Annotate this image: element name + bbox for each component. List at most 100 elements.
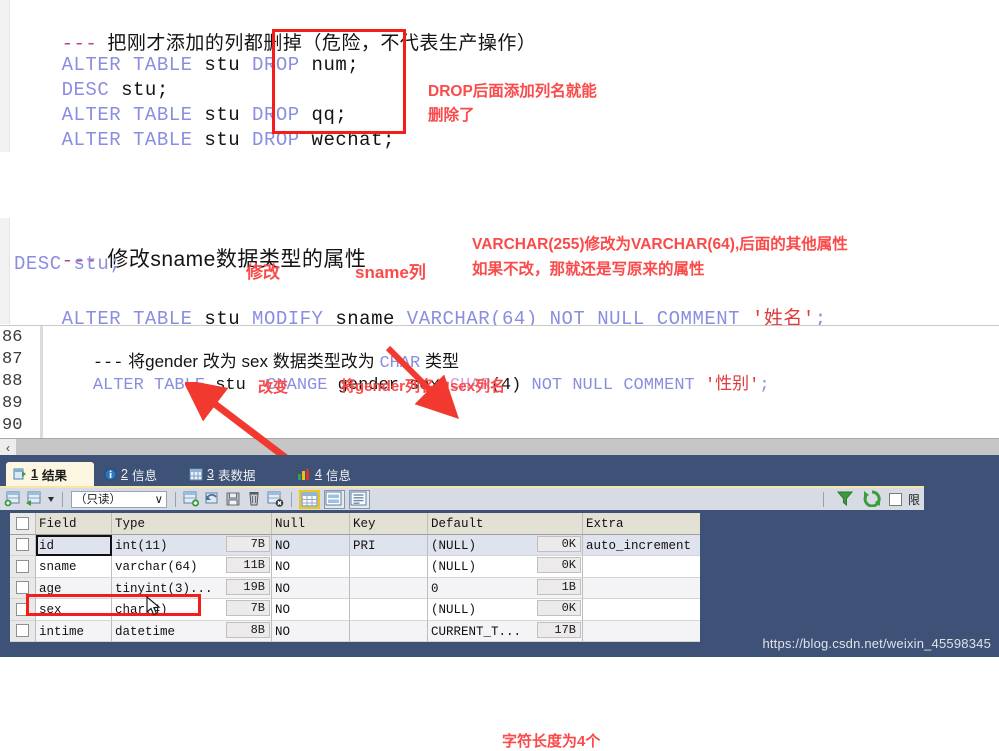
save-icon[interactable] <box>224 490 243 509</box>
cell-type-size: 11B <box>226 557 270 573</box>
cell-type-value: varchar(64) <box>115 560 198 575</box>
row-checkbox-cell[interactable] <box>10 620 36 642</box>
column-header-default[interactable]: Default <box>428 513 583 535</box>
line-number: 87 <box>2 350 23 369</box>
cell-default-value: (NULL) <box>431 560 477 575</box>
table-row[interactable]: intime datetime 8B NO CURRENT_T... 17B <box>10 620 700 642</box>
insert-record-icon[interactable] <box>25 490 44 509</box>
text-view-icon[interactable] <box>349 489 370 509</box>
snippet-left-rail <box>0 218 10 324</box>
tab-info-4[interactable]: 4 信息 <box>290 462 372 486</box>
cell-extra[interactable] <box>583 599 700 621</box>
editor-line-number-gutter: 86 87 88 89 90 <box>0 326 38 438</box>
cell-default[interactable]: (NULL) 0K <box>428 599 583 621</box>
annotation-sname-column: sname列 <box>355 263 426 282</box>
cell-extra[interactable]: auto_increment <box>583 535 700 556</box>
sql-string-comment: '性别' <box>704 376 760 395</box>
cell-null[interactable]: NO <box>272 599 350 621</box>
tab-number: 3 <box>207 467 214 481</box>
cell-default-size: 1B <box>537 578 581 595</box>
sql-editor[interactable]: 86 87 88 89 90 --- 将gender 改为 sex 数据类型改为… <box>0 325 999 750</box>
cell-key[interactable]: PRI <box>350 534 428 556</box>
cell-extra[interactable] <box>583 578 700 599</box>
column-header-key[interactable]: Key <box>350 513 428 535</box>
highlight-box-column-names <box>272 29 406 134</box>
result-toolbar: （只读） ∨ 限 <box>0 486 924 510</box>
cell-default[interactable]: (NULL) 0K <box>428 534 583 556</box>
cell-key[interactable] <box>350 577 428 599</box>
cell-key[interactable] <box>350 556 428 578</box>
delete-icon[interactable] <box>245 490 264 509</box>
refresh-icon[interactable] <box>863 489 882 509</box>
tab-number: 1 <box>31 467 38 481</box>
cell-key[interactable] <box>350 620 428 642</box>
tab-label: 结果 <box>41 468 67 483</box>
row-checkbox-cell[interactable] <box>10 534 36 556</box>
cell-null[interactable]: NO <box>272 577 350 599</box>
refresh-record-icon[interactable] <box>203 490 222 509</box>
column-header-extra[interactable]: Extra <box>583 513 700 535</box>
add-record-icon[interactable] <box>4 490 23 509</box>
cell-type[interactable]: varchar(64) 11B <box>112 556 272 578</box>
cell-key[interactable] <box>350 599 428 621</box>
sql-object: stu <box>192 129 253 151</box>
tab-table-data[interactable]: 3 表数据 <box>182 462 286 486</box>
annotation-rename-column: 将gender列名为sex列名 <box>340 378 506 395</box>
table-row[interactable]: id int(11) 7B NO PRI (NULL) 0K auto_incr… <box>10 534 700 556</box>
cell-extra[interactable] <box>583 621 700 642</box>
cell-default[interactable]: CURRENT_T... 17B <box>428 620 583 642</box>
row-checkbox[interactable] <box>16 538 29 552</box>
cell-field[interactable]: id <box>36 534 112 556</box>
cancel-icon[interactable] <box>266 490 285 509</box>
limit-rows-label: 限 <box>907 492 920 507</box>
form-view-icon[interactable] <box>324 489 345 509</box>
sql-keyword-alter-table: ALTER TABLE <box>92 376 206 395</box>
tab-info-2[interactable]: 2 信息 <box>97 462 179 486</box>
grid-view-icon[interactable] <box>299 489 320 509</box>
annotation-drop-line-1: DROP后面添加列名就能 <box>428 83 597 100</box>
cell-default[interactable]: (NULL) 0K <box>428 556 583 578</box>
select-all-checkbox[interactable] <box>16 516 29 530</box>
readonly-select[interactable]: （只读） ∨ <box>71 490 167 508</box>
row-checkbox[interactable] <box>16 559 29 573</box>
toolbar-separator <box>291 491 292 507</box>
cell-extra[interactable] <box>583 556 700 578</box>
row-checkbox-cell[interactable] <box>10 556 36 578</box>
table-row[interactable]: sname varchar(64) 11B NO (NULL) 0K <box>10 556 700 578</box>
limit-rows-checkbox[interactable] <box>888 492 902 506</box>
tab-result[interactable]: 1 结果 <box>6 462 94 486</box>
cell-field[interactable]: sname <box>36 556 112 578</box>
readonly-select-value: （只读） <box>75 494 121 506</box>
filter-icon[interactable] <box>836 490 855 509</box>
cell-field[interactable]: intime <box>36 620 112 642</box>
tab-label: 信息 <box>325 468 351 483</box>
line-number: 86 <box>2 328 23 347</box>
cell-default-value: (NULL) <box>431 603 477 618</box>
row-checkbox[interactable] <box>16 624 29 638</box>
cell-null[interactable]: NO <box>272 556 350 578</box>
result-panel: 1 结果 2 信息 3 表数据 4 信息 （只读） ∨ 限 Field Type… <box>0 455 999 657</box>
code-snippet-top: --- 把刚才添加的列都删掉（危险，不代表生产操作） ALTER TABLE st… <box>0 0 999 152</box>
column-header-field[interactable]: Field <box>36 513 112 535</box>
select-all-checkbox-cell[interactable] <box>10 513 36 535</box>
row-checkbox[interactable] <box>16 581 29 595</box>
scrollbar-track[interactable] <box>17 440 999 456</box>
cell-null[interactable]: NO <box>272 620 350 642</box>
column-header-type[interactable]: Type <box>112 513 272 535</box>
result-grid[interactable]: Field Type Null Key Default Extra id int… <box>10 513 700 642</box>
chevron-down-icon: ∨ <box>154 494 163 506</box>
cell-type-value: datetime <box>115 624 176 639</box>
cell-type-size: 7B <box>226 600 270 616</box>
cell-type-size: 19B <box>226 578 270 595</box>
cell-default[interactable]: 0 1B <box>428 577 583 599</box>
cell-type-size: 7B <box>226 535 270 552</box>
apply-changes-icon[interactable] <box>182 490 201 509</box>
cell-default-value: (NULL) <box>431 538 477 553</box>
cell-type-value: int(11) <box>115 538 168 553</box>
cell-type[interactable]: int(11) 7B <box>112 534 272 556</box>
dropdown-caret-icon[interactable] <box>46 490 56 509</box>
line-number: 89 <box>2 394 23 413</box>
column-header-null[interactable]: Null <box>272 513 350 535</box>
cell-null[interactable]: NO <box>272 534 350 556</box>
cell-type[interactable]: datetime 8B <box>112 620 272 642</box>
